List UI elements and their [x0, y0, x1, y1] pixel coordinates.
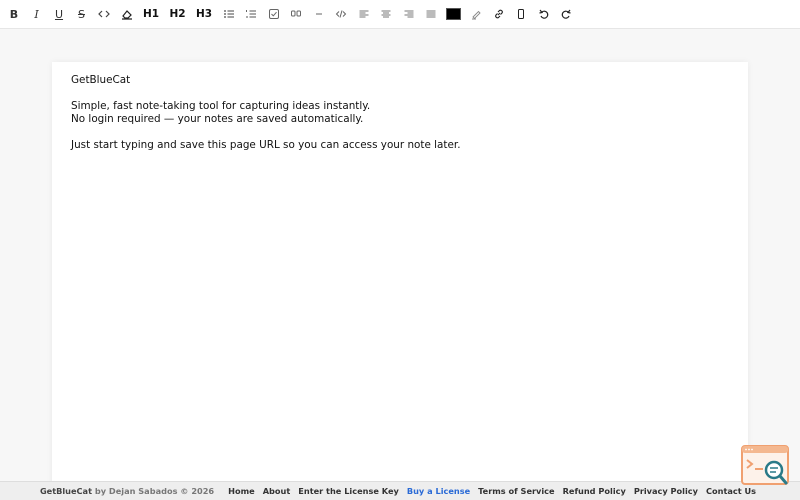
- redo-icon: [561, 9, 571, 19]
- italic-button[interactable]: I: [27, 3, 47, 25]
- blockquote-button[interactable]: [286, 3, 306, 25]
- footer-author: by Dejan Sabados © 2026: [94, 486, 215, 496]
- footer-credit: GetBlueCat by Dejan Sabados © 2026: [40, 486, 214, 496]
- footer-link-terms[interactable]: Terms of Service: [478, 486, 554, 496]
- align-center-icon: [381, 10, 391, 18]
- note-line: [71, 87, 729, 100]
- redo-button[interactable]: [556, 3, 576, 25]
- note-editor[interactable]: GetBlueCat Simple, fast note-taking tool…: [52, 62, 748, 164]
- footer-link-privacy[interactable]: Privacy Policy: [634, 486, 698, 496]
- h1-button[interactable]: H1: [139, 3, 163, 25]
- code-icon: [98, 10, 110, 18]
- undo-button[interactable]: [534, 3, 554, 25]
- ordered-list-icon: [246, 10, 256, 18]
- footer-link-buy-license[interactable]: Buy a License: [407, 486, 470, 496]
- footer-link-about[interactable]: About: [263, 486, 291, 496]
- align-right-icon: [404, 10, 413, 18]
- align-center-button[interactable]: [376, 3, 396, 25]
- underline-button[interactable]: U: [49, 3, 69, 25]
- ordered-list-button[interactable]: [241, 3, 261, 25]
- text-color-swatch: [446, 8, 461, 20]
- text-color-button[interactable]: [444, 3, 464, 25]
- note-line: [71, 126, 729, 139]
- h2-button[interactable]: H2: [166, 3, 190, 25]
- note-line: GetBlueCat: [71, 74, 131, 86]
- h3-button[interactable]: H3: [192, 3, 216, 25]
- footer-brand: GetBlueCat: [39, 486, 93, 496]
- align-left-button[interactable]: [354, 3, 374, 25]
- clear-format-button[interactable]: [117, 3, 137, 25]
- align-justify-button[interactable]: [421, 3, 441, 25]
- quote-icon: [291, 10, 301, 17]
- task-list-button[interactable]: [264, 3, 284, 25]
- eraser-icon: [121, 10, 132, 20]
- note-page: GetBlueCat Simple, fast note-taking tool…: [52, 62, 748, 500]
- bold-button[interactable]: B: [4, 3, 24, 25]
- inline-code-button[interactable]: [94, 3, 114, 25]
- link-icon: [494, 9, 503, 19]
- highlighter-icon: [472, 10, 481, 20]
- checkbox-icon: [268, 9, 279, 19]
- strikethrough-button[interactable]: S: [72, 3, 92, 25]
- bullet-list-button[interactable]: [219, 3, 239, 25]
- search-widget-graphic: [741, 445, 789, 485]
- footer-link-license-key[interactable]: Enter the License Key: [298, 486, 399, 496]
- mobile-view-button[interactable]: [511, 3, 531, 25]
- note-line: No login required — your notes are saved…: [71, 113, 364, 125]
- site-footer: GetBlueCat by Dejan Sabados © 2026 Home …: [0, 481, 800, 500]
- footer-link-home[interactable]: Home: [228, 486, 255, 496]
- footer-link-refund[interactable]: Refund Policy: [563, 486, 626, 496]
- undo-icon: [538, 9, 548, 19]
- search-widget-icon[interactable]: [741, 445, 791, 487]
- align-right-button[interactable]: [399, 3, 419, 25]
- horizontal-rule-button[interactable]: [309, 3, 329, 25]
- footer-link-contact[interactable]: Contact Us: [706, 486, 756, 496]
- editor-toolbar: B I U S H1 H2 H3: [0, 0, 800, 29]
- link-button[interactable]: [489, 3, 509, 25]
- align-justify-icon: [426, 10, 436, 18]
- bullet-list-icon: [223, 10, 234, 18]
- align-left-icon: [359, 10, 368, 18]
- highlight-button[interactable]: [466, 3, 486, 25]
- note-line: Just start typing and save this page URL…: [71, 139, 461, 151]
- code-block-button[interactable]: [331, 3, 351, 25]
- mobile-icon: [518, 9, 524, 19]
- horizontal-rule-icon: [315, 13, 322, 15]
- note-line: Simple, fast note-taking tool for captur…: [71, 100, 371, 112]
- code-block-icon: [335, 10, 347, 18]
